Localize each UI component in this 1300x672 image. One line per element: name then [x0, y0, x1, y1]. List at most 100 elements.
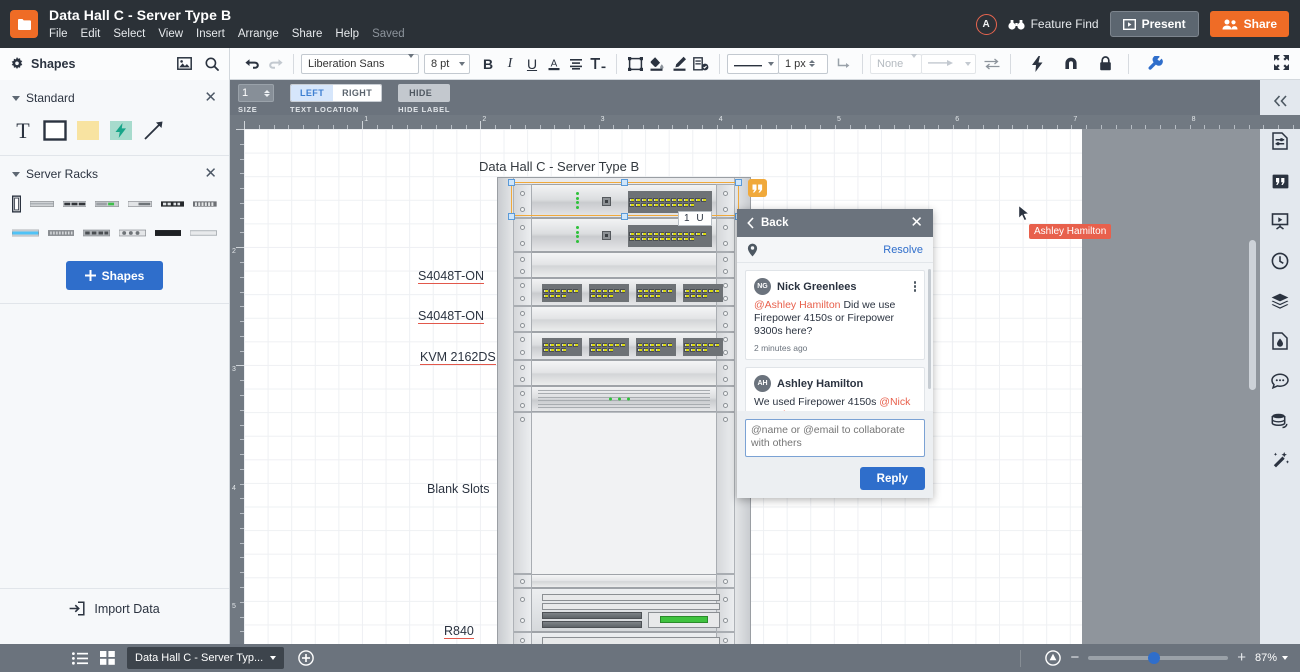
text-shape[interactable]: T: [12, 118, 34, 142]
rack-label-kvm[interactable]: KVM 2162DS: [420, 350, 496, 365]
server-rack[interactable]: [497, 177, 751, 667]
resize-handle-tl[interactable]: [508, 179, 515, 186]
shape-border-button[interactable]: [624, 53, 646, 75]
zoom-slider[interactable]: [1088, 656, 1228, 660]
device-r840[interactable]: [532, 588, 716, 632]
server-drive-shape[interactable]: [128, 198, 152, 210]
menu-view[interactable]: View: [158, 27, 183, 41]
search-icon[interactable]: [205, 57, 219, 71]
rack-unit-blank-2[interactable]: [514, 306, 734, 332]
menu-arrange[interactable]: Arrange: [238, 27, 279, 41]
underline-button[interactable]: U: [521, 53, 543, 75]
fill-color-button[interactable]: [646, 53, 668, 75]
size-stepper[interactable]: 1: [238, 84, 274, 102]
hide-label-button[interactable]: HIDE: [398, 84, 450, 102]
zoom-out-button[interactable]: −: [1070, 652, 1079, 664]
undo-button[interactable]: [242, 53, 264, 75]
add-shapes-button[interactable]: Shapes: [66, 261, 163, 290]
text-options-button[interactable]: [587, 53, 609, 75]
chevron-down-icon[interactable]: [12, 96, 20, 101]
layers-icon[interactable]: [1267, 288, 1293, 314]
settings-wrench-button[interactable]: [1144, 53, 1166, 75]
menu-help[interactable]: Help: [335, 27, 359, 41]
blank-panel-1[interactable]: [532, 252, 716, 278]
snap-magnet-button[interactable]: [1060, 53, 1082, 75]
font-size-select[interactable]: 8 pt: [424, 54, 470, 74]
insert-image-icon[interactable]: [177, 57, 192, 70]
line-style-select[interactable]: [727, 54, 779, 74]
rectangle-shape[interactable]: [43, 118, 67, 142]
comment-close-button[interactable]: ✕: [910, 217, 923, 229]
line-end-select[interactable]: [921, 54, 976, 74]
diagram-title[interactable]: Data Hall C - Server Type B: [479, 159, 639, 174]
rack-unit-empty-region[interactable]: [514, 412, 734, 574]
comment-reply-button[interactable]: Reply: [860, 467, 925, 490]
app-logo[interactable]: [10, 10, 38, 38]
redo-button[interactable]: [264, 53, 286, 75]
rack-label-blank-slots[interactable]: Blank Slots: [427, 482, 490, 496]
avatar[interactable]: A: [976, 14, 997, 35]
patch-panel-shape[interactable]: [193, 198, 217, 210]
rack-unit-blank-slot-top[interactable]: [514, 574, 734, 588]
library-standard-close[interactable]: ✕: [204, 93, 217, 103]
fullscreen-button[interactable]: [1273, 54, 1290, 74]
document-page[interactable]: Data Hall C - Server Type B S4048T-ON S4…: [244, 129, 1082, 658]
rack-unit-kvm[interactable]: [514, 386, 734, 412]
resize-handle-bc[interactable]: [621, 213, 628, 220]
line-start-select[interactable]: None: [870, 54, 922, 74]
shapes-gear-icon[interactable]: [10, 57, 24, 71]
resize-handle-tc[interactable]: [621, 179, 628, 186]
swap-line-ends-button[interactable]: [981, 53, 1003, 75]
kebab-menu-icon[interactable]: [914, 281, 917, 292]
chevron-down-icon[interactable]: [12, 172, 20, 177]
multi-port-shape[interactable]: [83, 227, 110, 239]
blue-panel-shape[interactable]: [12, 227, 39, 239]
line-color-button[interactable]: [668, 53, 690, 75]
import-data-button[interactable]: Import Data: [0, 588, 229, 628]
library-server-racks-close[interactable]: ✕: [204, 169, 217, 179]
resize-handle-tr[interactable]: [735, 179, 742, 186]
present-button[interactable]: Present: [1110, 11, 1199, 37]
comment-quote-icon[interactable]: [1267, 168, 1293, 194]
menu-file[interactable]: File: [49, 27, 68, 41]
document-settings-icon[interactable]: [1267, 128, 1293, 154]
map-pin-icon[interactable]: [747, 243, 758, 257]
elbow-line-button[interactable]: [833, 53, 855, 75]
text-location-right[interactable]: RIGHT: [333, 85, 381, 101]
comment-list-scrollbar[interactable]: [928, 269, 931, 389]
zoom-in-button[interactable]: +: [1237, 652, 1246, 664]
rack-label-switch-1[interactable]: S4048T-ON: [418, 269, 484, 284]
lightning-shape[interactable]: [109, 118, 133, 142]
comment-reply-input[interactable]: [745, 419, 925, 457]
rack-unit-blank-1[interactable]: [514, 252, 734, 278]
blank-slot-panel[interactable]: [532, 574, 716, 588]
dark-switch-shape[interactable]: [161, 198, 185, 210]
unit-size-input[interactable]: 1 U: [678, 211, 712, 226]
device-patch-panel-1[interactable]: [532, 278, 716, 306]
line-width-stepper[interactable]: [809, 60, 815, 67]
revision-history-icon[interactable]: [1267, 248, 1293, 274]
fit-to-screen-button[interactable]: [1045, 650, 1061, 666]
collapse-panel-icon[interactable]: [1267, 88, 1293, 114]
rack-label-switch-2[interactable]: S4048T-ON: [418, 309, 484, 324]
switch-shape[interactable]: [63, 198, 87, 210]
menu-edit[interactable]: Edit: [81, 27, 101, 41]
font-family-select[interactable]: Liberation Sans: [301, 54, 419, 74]
canvas-vertical-scrollbar[interactable]: [1249, 240, 1256, 390]
font-color-button[interactable]: A: [543, 53, 565, 75]
arrow-shape[interactable]: [142, 118, 166, 142]
comment-list[interactable]: NG Nick Greenlees @Ashley Hamilton Did w…: [737, 263, 933, 411]
line-width-select[interactable]: 1 px: [778, 54, 828, 74]
italic-button[interactable]: I: [499, 53, 521, 75]
rack-unit-patch-1[interactable]: [514, 278, 734, 306]
lock-button[interactable]: [1094, 53, 1116, 75]
round-port-shape[interactable]: [119, 227, 146, 239]
theme-fill-icon[interactable]: [1267, 328, 1293, 354]
comment-back-button[interactable]: Back: [747, 217, 789, 229]
feature-find-button[interactable]: Feature Find: [1008, 17, 1099, 31]
zoom-slider-handle[interactable]: [1148, 652, 1160, 664]
rack-unit-r840[interactable]: [514, 588, 734, 632]
empty-rack-space[interactable]: [532, 412, 716, 574]
device-patch-panel-2[interactable]: [532, 332, 716, 360]
thin-panel-shape[interactable]: [190, 227, 217, 239]
